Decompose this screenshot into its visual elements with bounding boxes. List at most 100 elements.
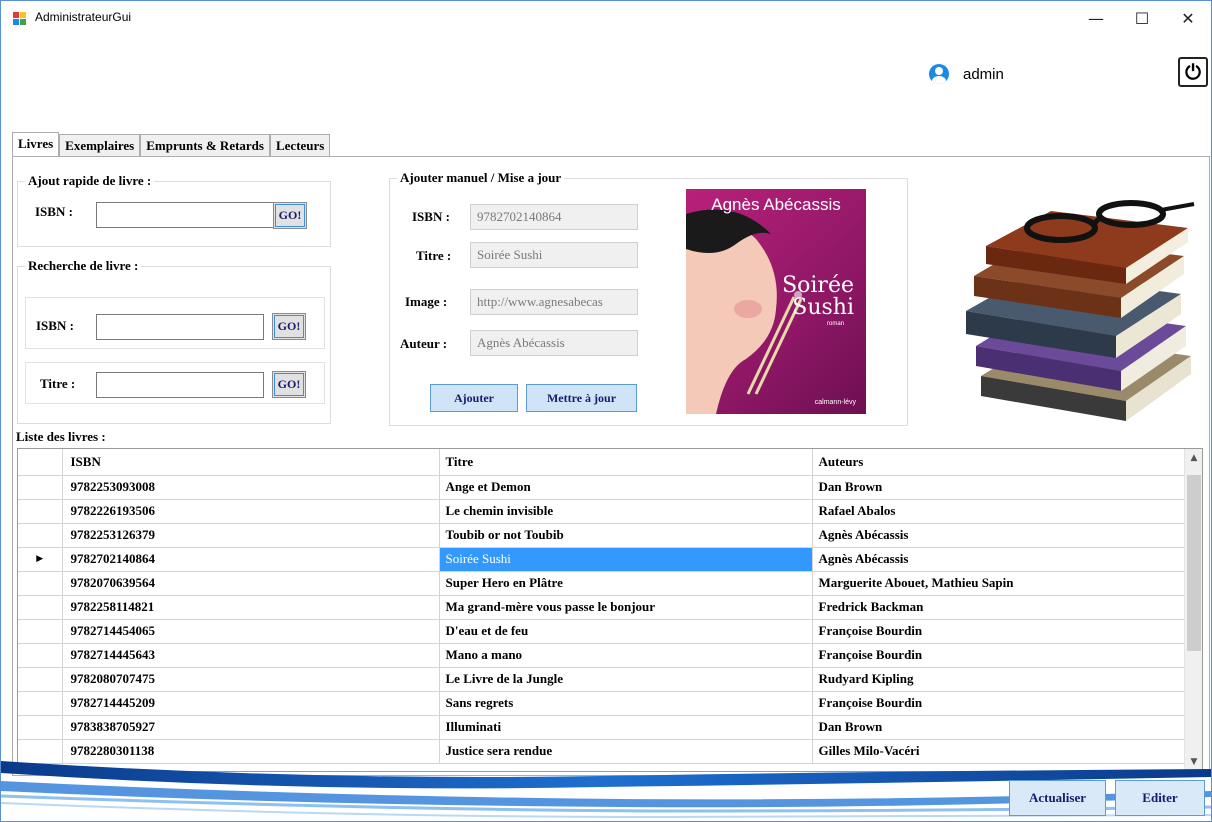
cell-titre[interactable]: Le chemin invisible xyxy=(439,499,813,524)
manual-image-field[interactable]: http://www.agnesabecas xyxy=(470,289,638,315)
close-button[interactable]: ✕ xyxy=(1165,1,1211,35)
table-row[interactable]: 9782253093008 Ange et Demon Dan Brown xyxy=(18,475,1186,500)
cell-auteurs[interactable]: Françoise Bourdin xyxy=(812,619,1186,644)
add-button[interactable]: Ajouter xyxy=(430,384,518,412)
manual-add-title: Ajouter manuel / Mise a jour xyxy=(397,170,565,186)
scroll-up-icon[interactable]: ▲ xyxy=(1185,449,1202,467)
cover-publisher: calmann-lévy xyxy=(814,399,856,406)
cell-titre[interactable]: Toubib or not Toubib xyxy=(439,523,813,548)
cell-auteurs[interactable]: Dan Brown xyxy=(812,475,1186,500)
refresh-button[interactable]: Actualiser xyxy=(1009,780,1106,816)
table-row[interactable]: 9783838705927 Illuminati Dan Brown xyxy=(18,715,1186,740)
row-header[interactable] xyxy=(18,499,63,524)
cell-isbn[interactable]: 9783838705927 xyxy=(62,715,440,740)
table-row[interactable]: 9782258114821 Ma grand-mère vous passe le… xyxy=(18,595,1186,620)
cell-auteurs[interactable]: Fredrick Backman xyxy=(812,595,1186,620)
cell-auteurs[interactable]: Rudyard Kipling xyxy=(812,667,1186,692)
book-cover-image: Agnès Abécassis Soirée Sushi roman calman… xyxy=(686,189,866,414)
cell-isbn[interactable]: 9782714445209 xyxy=(62,691,440,716)
row-header[interactable] xyxy=(18,595,63,620)
manual-auteur-field[interactable]: Agnès Abécassis xyxy=(470,330,638,356)
cell-isbn[interactable]: 9782258114821 xyxy=(62,595,440,620)
row-header[interactable] xyxy=(18,475,63,500)
cell-titre[interactable]: Super Hero en Plâtre xyxy=(439,571,813,596)
row-header[interactable]: ▶ xyxy=(18,547,63,572)
book-stack-illustration xyxy=(966,200,1195,421)
book-list-grid: ISBN Titre Auteurs 9782253093008 Ange et … xyxy=(17,448,1203,772)
cover-author: Agnès Abécassis xyxy=(711,195,841,214)
cell-isbn[interactable]: 9782714454065 xyxy=(62,619,440,644)
row-header[interactable] xyxy=(18,691,63,716)
table-row[interactable]: 9782080707475 Le Livre de la Jungle Rudyar… xyxy=(18,667,1186,692)
manual-auteur-label: Auteur : xyxy=(400,336,448,351)
search-titre-go-button[interactable]: GO! xyxy=(272,371,306,398)
update-button[interactable]: Mettre à jour xyxy=(526,384,637,412)
manual-isbn-field[interactable]: 9782702140864 xyxy=(470,204,638,230)
edit-button[interactable]: Editer xyxy=(1115,780,1205,816)
table-row[interactable]: 9782253126379 Toubib or not Toubib Agnès A… xyxy=(18,523,1186,548)
cell-titre[interactable]: Ange et Demon xyxy=(439,475,813,500)
cell-auteurs[interactable]: Agnès Abécassis xyxy=(812,547,1186,572)
cell-auteurs[interactable]: Dan Brown xyxy=(812,715,1186,740)
row-header[interactable] xyxy=(18,571,63,596)
row-header[interactable] xyxy=(18,715,63,740)
search-titre-label: Titre : xyxy=(40,376,76,391)
cell-auteurs[interactable]: Marguerite Abouet, Mathieu Sapin xyxy=(812,571,1186,596)
cell-titre[interactable]: Ma grand-mère vous passe le bonjour xyxy=(439,595,813,620)
column-header-auteurs[interactable]: Auteurs xyxy=(812,449,1186,476)
cell-isbn[interactable]: 9782253126379 xyxy=(62,523,440,548)
cell-titre[interactable]: D'eau et de feu xyxy=(439,619,813,644)
manual-titre-field[interactable]: Soirée Sushi xyxy=(470,242,638,268)
table-row[interactable]: 9782714445209 Sans regrets Françoise Bourd… xyxy=(18,691,1186,716)
cell-isbn[interactable]: 9782702140864 xyxy=(62,547,440,572)
cell-isbn[interactable]: 9782253093008 xyxy=(62,475,440,500)
quick-add-group: Ajout rapide de livre : ISBN : GO! xyxy=(17,173,331,247)
cell-titre[interactable]: Mano a mano xyxy=(439,643,813,668)
cell-auteurs[interactable]: Rafael Abalos xyxy=(812,499,1186,524)
cell-isbn[interactable]: 9782714445643 xyxy=(62,643,440,668)
user-circle-icon xyxy=(929,64,949,84)
row-header-corner xyxy=(18,449,63,476)
row-header[interactable] xyxy=(18,643,63,668)
cell-titre[interactable]: Le Livre de la Jungle xyxy=(439,667,813,692)
cell-auteurs[interactable]: Françoise Bourdin xyxy=(812,643,1186,668)
tab-emprunts-retards[interactable]: Emprunts & Retards xyxy=(140,134,270,158)
table-row[interactable]: ▶ 9782702140864 Soirée Sushi Agnès Abécassi… xyxy=(18,547,1186,572)
tab-livres[interactable]: Livres xyxy=(12,132,60,158)
table-row[interactable]: 9782226193506 Le chemin invisible Rafael A… xyxy=(18,499,1186,524)
column-header-isbn[interactable]: ISBN xyxy=(62,449,440,476)
quick-add-go-button[interactable]: GO! xyxy=(273,202,307,229)
logout-button[interactable]: ⏻ xyxy=(1178,57,1208,87)
app-icon xyxy=(13,12,27,26)
cell-isbn[interactable]: 9782226193506 xyxy=(62,499,440,524)
cell-isbn[interactable]: 9782070639564 xyxy=(62,571,440,596)
row-header[interactable] xyxy=(18,667,63,692)
quick-add-isbn-input[interactable] xyxy=(96,202,282,228)
maximize-button[interactable]: ☐ xyxy=(1119,1,1165,35)
cell-titre[interactable]: Sans regrets xyxy=(439,691,813,716)
column-header-titre[interactable]: Titre xyxy=(439,449,813,476)
cell-auteurs[interactable]: Françoise Bourdin xyxy=(812,691,1186,716)
table-vertical-scrollbar[interactable]: ▲ ▼ xyxy=(1184,449,1202,771)
table-row[interactable]: 9782714454065 D'eau et de feu Françoise Bo… xyxy=(18,619,1186,644)
scroll-thumb[interactable] xyxy=(1187,475,1201,651)
row-header[interactable] xyxy=(18,523,63,548)
tab-exemplaires[interactable]: Exemplaires xyxy=(59,134,141,158)
minimize-button[interactable]: — xyxy=(1073,1,1119,35)
cell-titre[interactable]: Soirée Sushi xyxy=(439,547,813,572)
user-info: admin xyxy=(929,61,1004,87)
manual-isbn-label: ISBN : xyxy=(412,209,450,224)
cell-titre[interactable]: Illuminati xyxy=(439,715,813,740)
table-row[interactable]: 9782714445643 Mano a mano Françoise Bourdi… xyxy=(18,643,1186,668)
table-row[interactable]: 9782070639564 Super Hero en Plâtre Marguer… xyxy=(18,571,1186,596)
tab-lecteurs[interactable]: Lecteurs xyxy=(269,134,331,158)
main-window: AdministrateurGui — ☐ ✕ admin ⏻ Livres E… xyxy=(0,0,1212,822)
cell-auteurs[interactable]: Agnès Abécassis xyxy=(812,523,1186,548)
search-titre-input[interactable] xyxy=(96,372,264,398)
cell-isbn[interactable]: 9782080707475 xyxy=(62,667,440,692)
search-isbn-input[interactable] xyxy=(96,314,264,340)
search-isbn-go-button[interactable]: GO! xyxy=(272,313,306,340)
search-group: Recherche de livre : ISBN : GO! Titre : … xyxy=(17,258,331,424)
row-header[interactable] xyxy=(18,619,63,644)
book-list-label: Liste des livres : xyxy=(16,429,106,444)
